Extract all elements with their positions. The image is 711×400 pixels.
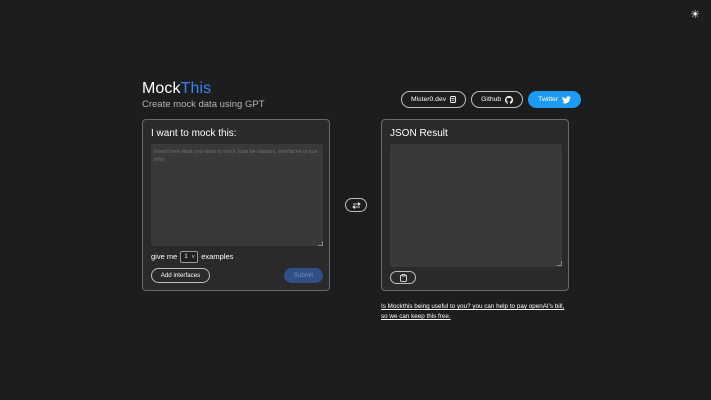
json-result-title: JSON Result (390, 128, 448, 139)
app-title: MockThis (142, 80, 265, 98)
examples-count-row: give me 1 ∨ examples (151, 251, 233, 263)
app-tagline: Create mock data using GPT (142, 99, 265, 110)
examples-count-select[interactable]: 1 ∨ (180, 251, 199, 263)
app-title-this: This (180, 80, 212, 97)
author-link-label: Mister0.dev (411, 96, 447, 103)
mock-input-textarea[interactable] (151, 144, 323, 246)
app-title-mock: Mock (142, 80, 181, 97)
twitter-icon (562, 95, 572, 104)
brand: MockThis Create mock data using GPT (142, 80, 265, 111)
copy-button[interactable] (390, 271, 416, 284)
chevron-down-icon: ∨ (191, 254, 196, 260)
twitter-link-label: Twitter (538, 96, 559, 103)
badge-icon (450, 96, 457, 103)
author-link-button[interactable]: Mister0.dev (401, 91, 467, 108)
top-links: Mister0.dev Github Twitter (401, 91, 582, 108)
json-result-card: JSON Result (381, 119, 569, 291)
examples-prefix: give me (151, 252, 178, 261)
sun-icon[interactable]: ☀ (689, 9, 701, 21)
clipboard-icon (399, 269, 407, 287)
json-result-output[interactable] (390, 144, 562, 267)
github-link-label: Github (481, 96, 502, 103)
page: ☀ MockThis Create mock data using GPT Mi… (0, 0, 711, 400)
examples-suffix: examples (201, 252, 234, 261)
twitter-link-button[interactable]: Twitter (528, 91, 582, 108)
swap-arrows-icon (351, 196, 361, 214)
examples-count-value: 1 (184, 253, 188, 260)
submit-button[interactable]: Submit (284, 268, 323, 283)
github-link-button[interactable]: Github (471, 91, 524, 108)
add-interfaces-button[interactable]: Add interfaces (151, 268, 210, 283)
mock-input-title: I want to mock this: (151, 128, 237, 139)
swap-button[interactable] (345, 198, 367, 212)
github-icon (505, 95, 514, 104)
mock-input-card: I want to mock this: give me 1 ∨ example… (142, 119, 330, 291)
support-link[interactable]: Is Mockthis being useful to you? you can… (381, 302, 571, 322)
